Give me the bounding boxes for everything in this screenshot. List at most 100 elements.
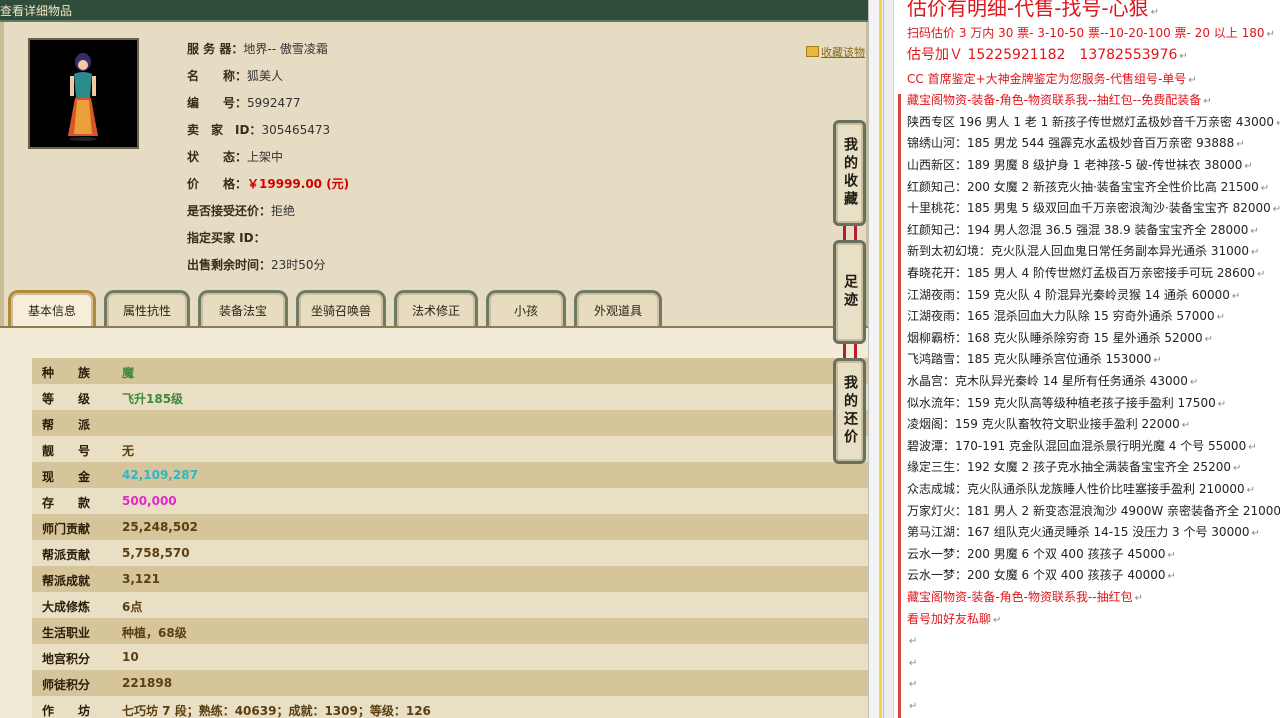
document-line: 看号加好友私聊 ↵ (907, 609, 1001, 630)
table-row: 地宫积分 10 (32, 644, 868, 670)
paragraph-mark-icon: ↵ (1272, 204, 1280, 216)
document-line: 江湖夜雨：165 混杀回血大力队除 15 穷奇外通杀 57000 ↵ (907, 306, 1225, 327)
paragraph-mark-icon: ↵ (1260, 182, 1270, 194)
document-line-text: 万家灯火：181 男人 2 新变态混浪淘沙 4900W 亲密装备齐全 21000… (907, 503, 1280, 518)
paragraph-mark-icon: ↵ (1167, 549, 1176, 561)
stat-value: 25,248,502 (122, 520, 198, 534)
document-line: 山西新区：189 男魔 8 级护身 1 老神孩-5 破-传世袜衣 38000 ↵ (907, 155, 1253, 176)
stat-label: 生活职业 (42, 626, 91, 640)
my-favorites-button[interactable]: 我的收藏 (833, 120, 866, 226)
stat-value: 6点 (122, 600, 143, 614)
name-row: 名 称：狐美人 (187, 69, 284, 83)
paragraph-mark-icon: ↵ (1250, 225, 1259, 237)
footprints-button[interactable]: 足迹 (833, 240, 866, 344)
document-line: 万家灯火：181 男人 2 新变态混浪淘沙 4900W 亲密装备齐全 21000… (907, 501, 1280, 522)
paragraph-mark-icon: ↵ (1246, 485, 1256, 496)
character-figure-icon (68, 53, 98, 141)
stat-value: 221898 (122, 676, 173, 690)
seller-row: 卖 家 ID：305465473 (187, 123, 331, 137)
table-row: 现 金 42,109,287 (32, 462, 868, 488)
table-row: 存 款 500,000 (32, 488, 868, 514)
document-line: 估价有明细-代售-找号-心狠 ↵ (907, 0, 1159, 21)
tab-mounts-pets[interactable]: 坐骑召唤兽 (296, 290, 386, 328)
my-counter-offers-button[interactable]: 我的还价 (833, 358, 866, 464)
paragraph-mark-icon: ↵ (1179, 50, 1188, 62)
paragraph-mark-icon: ↵ (1236, 139, 1245, 151)
stats-table: 种 族 魔等 级 飞升185级帮 派靓 号 无现 金 42,109,287 存 款 500,… (0, 326, 868, 718)
table-row: 师徒积分 221898 (32, 670, 868, 696)
document-line: 碧波潭：170-191 克金队混回血混杀景行明光魔 4 个号 55000 ↵ (907, 436, 1257, 457)
document-line: 藏宝阁物资-装备-角色-物资联系我--抽红包 ↵ (907, 587, 1143, 608)
document-line-text: 飞鸿踏雪：185 克火队睡杀宫位通杀 153000 (907, 352, 1152, 367)
tab-spell-modifiers[interactable]: 法术修正 (394, 290, 478, 328)
stat-value: 魔 (122, 366, 135, 380)
tab-attributes[interactable]: 属性抗性 (104, 290, 190, 328)
document-line-text: 锦绣山河：185 男龙 544 强霹克水孟极妙音百万亲密 93888 (907, 136, 1235, 151)
document-line-text: 红颜知己：200 女魔 2 新孩克火抽·装备宝宝齐全性价比高 21500 (907, 179, 1259, 194)
stat-value: 飞升185级 (122, 392, 184, 406)
stat-value: 5,758,570 (122, 546, 190, 560)
document-line: 十里桃花：185 男鬼 5 级双回血千万亲密浪淘沙·装备宝宝齐 82000 ↵ (907, 198, 1280, 219)
document-line: 锦绣山河：185 男龙 544 强霹克水孟极妙音百万亲密 93888 ↵ (907, 133, 1245, 154)
document-line-text: 藏宝阁物资-装备-角色-物资联系我--抽红包--免费配装备 (907, 93, 1202, 108)
buyer-row: 指定买家 ID： (187, 231, 266, 245)
tab-basic-info[interactable]: 基本信息 (8, 290, 96, 328)
document-line: 水晶宫：克木队异光秦岭 14 星所有任务通杀 43000 ↵ (907, 371, 1198, 392)
window-divider (868, 0, 884, 718)
document-line: 凌烟阁：159 克火队畜牧符文职业接手盈利 22000 ↵ (907, 414, 1190, 435)
document-line: 春晓花开：185 男人 4 阶传世燃灯孟极百万亲密接手可玩 28600 ↵ (907, 263, 1265, 284)
document-line-text: 水晶宫：克木队异光秦岭 14 星所有任务通杀 43000 (907, 374, 1188, 388)
stat-value: 500,000 (122, 494, 177, 508)
document-ruler (884, 0, 894, 718)
table-row: 种 族魔 (32, 358, 868, 384)
document-line: ↵ (907, 630, 917, 651)
stat-value: 10 (122, 650, 139, 664)
document-line: 飞鸿踏雪：185 克火队睡杀宫位通杀 153000 ↵ (907, 349, 1162, 370)
paragraph-mark-icon: ↵ (1256, 269, 1266, 280)
paragraph-mark-icon: ↵ (1266, 29, 1275, 40)
document-line: ↵ (907, 695, 917, 716)
tab-appearance[interactable]: 外观道具 (574, 290, 662, 328)
stat-label: 靓 号 (42, 444, 91, 458)
document-line: 缘定三生：192 女魔 2 孩子克水抽全满装备宝宝齐全 25200 ↵ (907, 457, 1241, 478)
document-line: 云水一梦：200 女魔 6 个双 400 孩孩子 40000 ↵ (907, 565, 1176, 586)
stat-value: 无 (122, 444, 135, 458)
document-line-text: 似水流年：159 克火队高等级种植老孩子接手盈利 17500 (907, 395, 1216, 410)
paragraph-mark-icon: ↵ (1153, 355, 1162, 367)
paragraph-mark-icon: ↵ (1216, 312, 1225, 324)
table-row: 靓 号无 (32, 436, 868, 462)
stat-label: 作 坊 (42, 704, 91, 718)
paragraph-mark-icon: ↵ (1181, 420, 1191, 432)
table-row: 师门贡献 25,248,502 (32, 514, 868, 540)
screen: 查看详细物品 服 务 器：地界-- 傲雪凌霜 名 称：狐美人 编 号：59924… (0, 0, 1280, 718)
favorite-link[interactable]: 收藏该物 (806, 44, 865, 60)
document-line-text: 江湖夜雨：165 混杀回血大力队除 15 穷奇外通杀 57000 (907, 309, 1215, 324)
folder-icon (806, 46, 819, 57)
document-line-text: CC 首席鉴定+大神金牌鉴定为您服务-代售组号-单号 (907, 71, 1187, 86)
paragraph-mark-icon: ↵ (909, 679, 918, 691)
document-line-text: 红颜知己：194 男人忽混 36.5 强混 38.9 装备宝宝齐全 28000 (907, 222, 1249, 237)
stat-label: 帮派贡献 (42, 548, 91, 562)
paragraph-mark-icon: ↵ (1134, 593, 1144, 604)
document-line-text: 扫码估价 3 万内 30 票- 3-10-50 票--10-20-100 票- … (907, 26, 1265, 40)
status-row: 状 态：上架中 (187, 150, 284, 164)
document-line-text: 碧波潭：170-191 克金队混回血混杀景行明光魔 4 个号 55000 (907, 438, 1247, 453)
stat-value: 42,109,287 (122, 468, 198, 482)
document-line: ↵ (907, 652, 917, 673)
stat-label: 师门贡献 (42, 522, 91, 536)
paragraph-mark-icon: ↵ (1150, 7, 1160, 18)
id-row: 编 号：5992477 (187, 96, 301, 110)
paragraph-mark-icon: ↵ (1217, 398, 1227, 410)
document-line: 烟柳霸桥：168 克火队睡杀除穷奇 15 星外通杀 52000 ↵ (907, 328, 1213, 349)
my-favorites-label: 我的收藏 (842, 137, 858, 209)
tab-equipment[interactable]: 装备法宝 (198, 290, 288, 328)
tab-child[interactable]: 小孩 (486, 290, 566, 328)
price-row: 价 格：￥19999.00 (元) (187, 177, 350, 191)
document-line-text: 十里桃花：185 男鬼 5 级双回血千万亲密浪淘沙·装备宝宝齐 82000 (907, 201, 1271, 216)
footprints-label: 足迹 (842, 274, 858, 310)
paragraph-mark-icon: ↵ (1204, 333, 1213, 345)
document-line: 陕西专区 196 男人 1 老 1 新孩子传世燃灯孟极妙音千万亲密 43000↵ (907, 112, 1280, 133)
table-row: 作 坊 七巧坊 7 段；熟练：40639；成就：1309；等级：126 (32, 696, 868, 718)
table-row: 生活职业 种植，68级 (32, 618, 868, 644)
character-avatar (28, 38, 139, 149)
